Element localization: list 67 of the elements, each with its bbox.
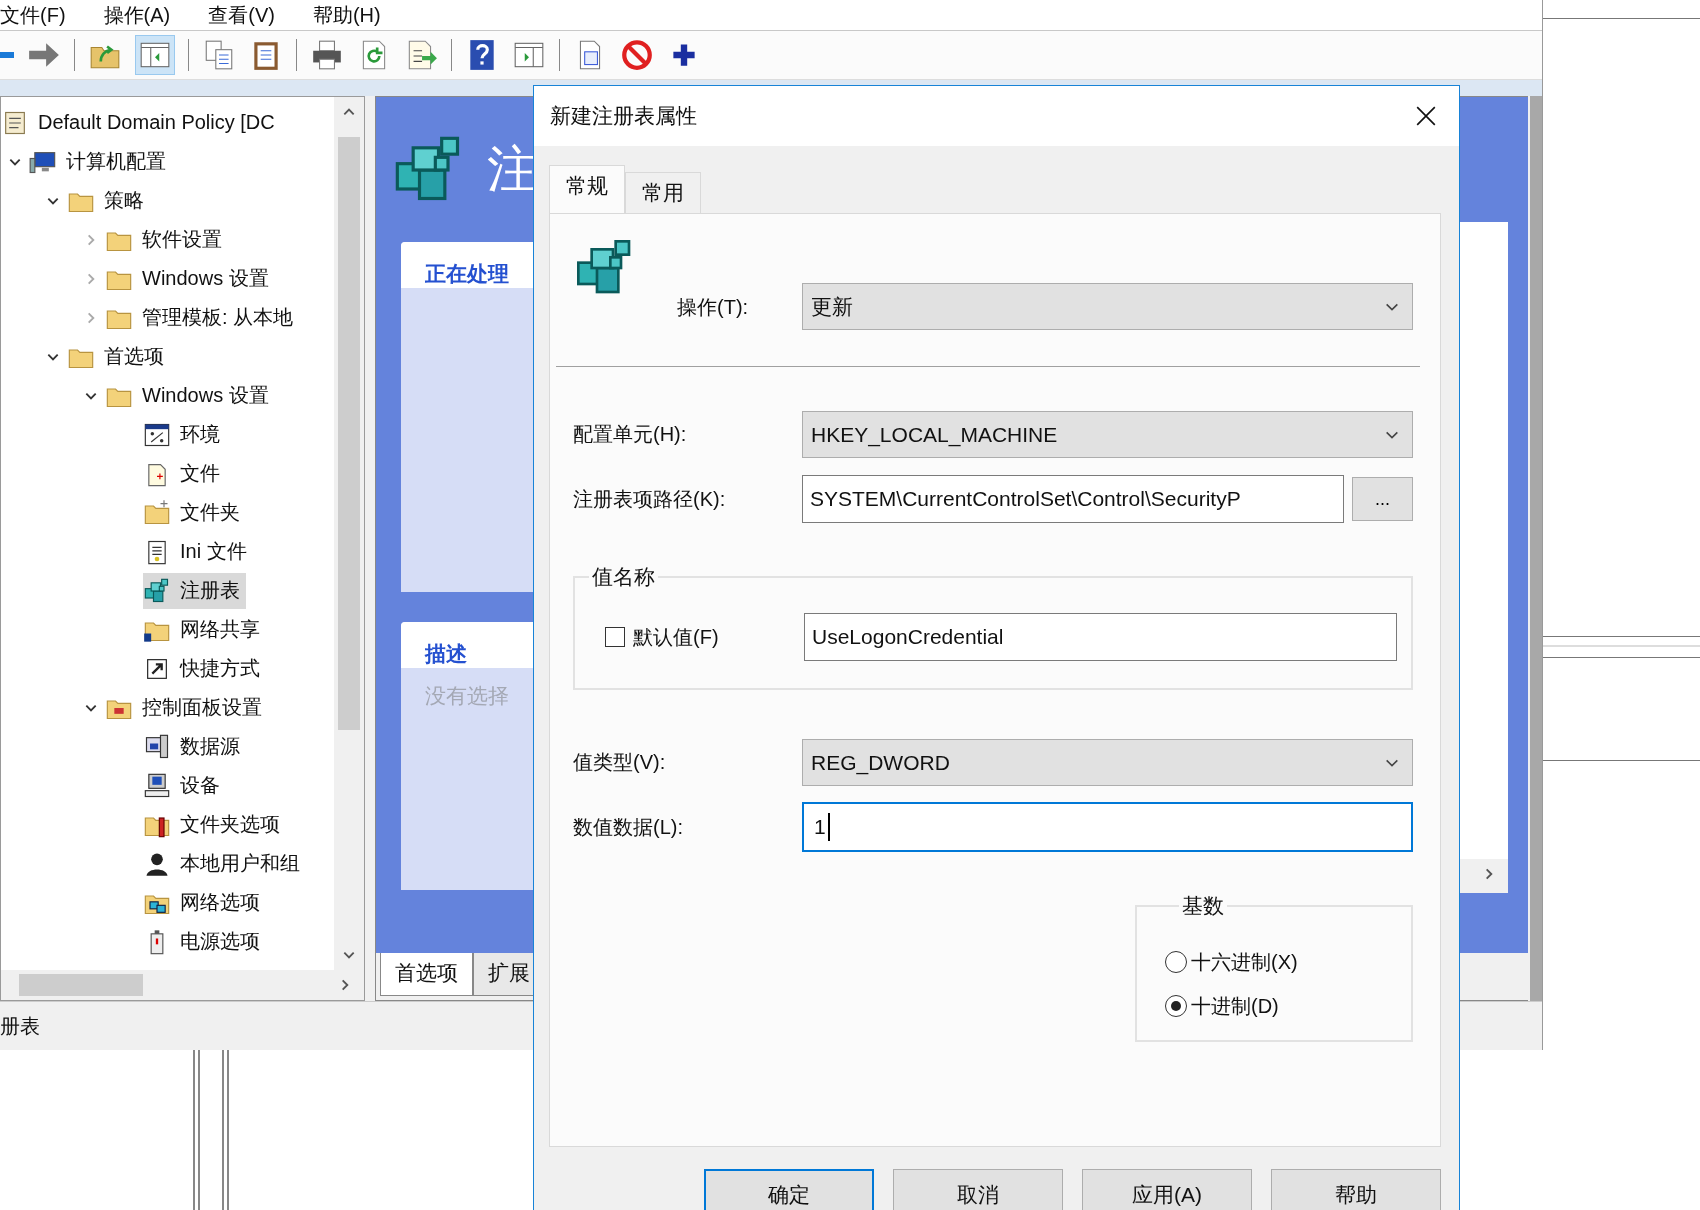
input-field[interactable]: SYSTEM\CurrentControlSet\Control\SecurityP <box>802 475 1344 523</box>
tree-item[interactable]: 控制面板设置 <box>105 689 268 726</box>
close-icon[interactable] <box>1415 105 1437 127</box>
dialog-button[interactable]: 取消 <box>893 1169 1063 1210</box>
tab[interactable]: 首选项 <box>380 953 473 996</box>
radio-button[interactable] <box>1165 995 1187 1017</box>
tree-item[interactable]: Windows 设置 <box>105 260 275 297</box>
radio-button[interactable] <box>1165 951 1187 973</box>
card-heading: 描述 <box>425 641 467 667</box>
field-label: 配置单元(H): <box>573 422 688 447</box>
tree-item[interactable]: 文件夹 <box>143 494 246 531</box>
tree-item[interactable]: 计算机配置 <box>29 143 172 180</box>
checkbox[interactable] <box>605 627 625 647</box>
computer-icon <box>143 771 171 800</box>
field-label: 值类型(V): <box>573 750 667 775</box>
radio-label[interactable]: 十进制(D) <box>1191 992 1279 1020</box>
status-text: 册表 <box>0 1013 40 1039</box>
card-text: 没有选择 <box>425 684 509 707</box>
tree-item[interactable]: 注册表 <box>143 572 246 609</box>
tree-item[interactable]: 数据源 <box>143 728 246 765</box>
tree-item[interactable]: Ini 文件 <box>143 533 253 570</box>
input-field[interactable]: UseLogonCredential <box>804 613 1397 661</box>
folder-icon <box>143 498 171 527</box>
dialog-button[interactable]: 确定 <box>704 1169 874 1210</box>
tree-item[interactable]: 策略 <box>67 182 150 219</box>
field-label: 注册表项路径(K): <box>573 486 727 512</box>
dialog-button[interactable]: 应用(A) <box>1082 1169 1252 1210</box>
tree-item[interactable]: 网络共享 <box>143 611 266 648</box>
card-heading: 正在处理 <box>425 261 509 287</box>
tree-item[interactable]: 电源选项 <box>143 923 266 960</box>
browse-button[interactable]: ... <box>1352 477 1413 521</box>
menu-item[interactable]: 文件(F) <box>0 1 66 29</box>
field-label: 数值数据(L): <box>573 814 684 840</box>
tree-item[interactable]: 设备 <box>143 767 226 804</box>
printer-icon[interactable] <box>310 38 344 72</box>
tree-item[interactable]: 首选项 <box>67 338 170 375</box>
dialog-title: 新建注册表属性 <box>550 103 697 129</box>
tree-item[interactable]: 文件夹选项 <box>143 806 286 843</box>
radio-label[interactable]: 十六进制(X) <box>1191 948 1298 976</box>
menu-item[interactable]: 操作(A) <box>103 1 171 29</box>
tree-item[interactable]: 网络选项 <box>143 884 266 921</box>
tree-item[interactable]: 本地用户和组 <box>143 845 306 882</box>
tree-item[interactable]: 快捷方式 <box>143 650 266 687</box>
server-icon <box>143 732 171 761</box>
toggle-pane-button[interactable] <box>135 35 175 75</box>
cubes-icon <box>143 576 171 605</box>
group-label: 值名称 <box>591 564 656 590</box>
tree-item[interactable]: Default Domain Policy [DC <box>1 104 281 141</box>
menu-item[interactable]: 帮助(H) <box>312 1 381 29</box>
tree-item[interactable]: 环境 <box>143 416 226 453</box>
dropdown[interactable]: REG_DWORD <box>802 739 1413 786</box>
tree-item[interactable]: 管理模板: 从本地 <box>105 299 300 336</box>
stop-icon[interactable] <box>620 38 654 72</box>
dropdown[interactable]: 更新 <box>802 283 1413 330</box>
checkbox-label[interactable]: 默认值(F) <box>633 623 804 651</box>
tree-item[interactable]: Windows 设置 <box>105 377 275 414</box>
tab[interactable]: 常用 <box>625 172 701 213</box>
input-field[interactable]: 1 <box>802 802 1413 852</box>
tab[interactable]: 常规 <box>549 165 625 213</box>
page-title: 注 <box>487 140 537 199</box>
dialog-button[interactable]: 帮助 <box>1271 1169 1441 1210</box>
tree-item[interactable]: 软件设置 <box>105 221 228 258</box>
menu-item[interactable]: 查看(V) <box>208 1 275 29</box>
dropdown[interactable]: HKEY_LOCAL_MACHINE <box>802 411 1413 458</box>
tree-item[interactable]: 文件 <box>143 455 226 492</box>
group-label: 基数 <box>1181 893 1225 919</box>
field-label: 操作(T): <box>677 295 750 320</box>
